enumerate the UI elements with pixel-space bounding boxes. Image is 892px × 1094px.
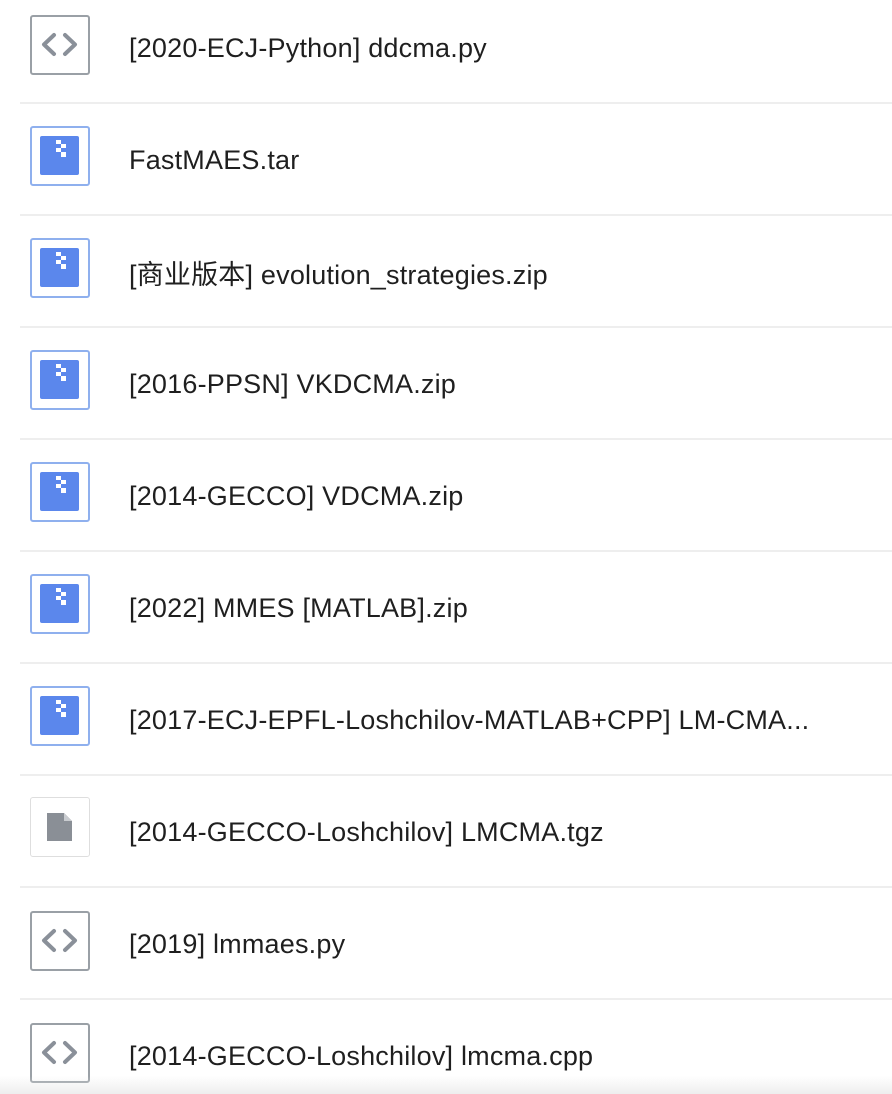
archive-file-icon xyxy=(30,574,90,634)
generic-file-icon xyxy=(30,797,90,857)
file-name: [2020-ECJ-Python] ddcma.py xyxy=(129,32,487,63)
code-file-icon xyxy=(30,15,90,75)
file-row[interactable]: [2019] lmmaes.py xyxy=(0,888,892,1000)
code-file-icon xyxy=(30,1023,90,1083)
file-name: [商业版本] evolution_strategies.zip xyxy=(129,259,548,290)
file-row[interactable]: FastMAES.tar xyxy=(0,104,892,216)
file-name: FastMAES.tar xyxy=(129,144,300,175)
file-row[interactable]: [2016-PPSN] VKDCMA.zip xyxy=(0,328,892,440)
file-name: [2017-ECJ-EPFL-Loshchilov-MATLAB+CPP] LM… xyxy=(129,704,810,735)
code-file-icon xyxy=(30,911,90,971)
file-name: [2016-PPSN] VKDCMA.zip xyxy=(129,368,457,399)
archive-file-icon xyxy=(30,126,90,186)
file-list: [2020-ECJ-Python] ddcma.py FastMAES.tar … xyxy=(0,0,892,1094)
archive-file-icon xyxy=(30,238,90,298)
file-row[interactable]: [商业版本] evolution_strategies.zip xyxy=(0,216,892,328)
archive-file-icon xyxy=(30,462,90,522)
file-row[interactable]: [2022] MMES [MATLAB].zip xyxy=(0,552,892,664)
file-row[interactable]: [2020-ECJ-Python] ddcma.py xyxy=(0,0,892,104)
file-row[interactable]: [2014-GECCO-Loshchilov] lmcma.cpp xyxy=(0,1000,892,1094)
file-row[interactable]: [2017-ECJ-EPFL-Loshchilov-MATLAB+CPP] LM… xyxy=(0,664,892,776)
file-name: [2014-GECCO] VDCMA.zip xyxy=(129,480,464,511)
archive-file-icon xyxy=(30,686,90,746)
archive-file-icon xyxy=(30,350,90,410)
file-row[interactable]: [2014-GECCO-Loshchilov] LMCMA.tgz xyxy=(0,776,892,888)
file-name: [2014-GECCO-Loshchilov] lmcma.cpp xyxy=(129,1040,594,1071)
file-name: [2014-GECCO-Loshchilov] LMCMA.tgz xyxy=(129,816,604,847)
file-name: [2019] lmmaes.py xyxy=(129,928,346,959)
file-row[interactable]: [2014-GECCO] VDCMA.zip xyxy=(0,440,892,552)
file-name: [2022] MMES [MATLAB].zip xyxy=(129,592,468,623)
